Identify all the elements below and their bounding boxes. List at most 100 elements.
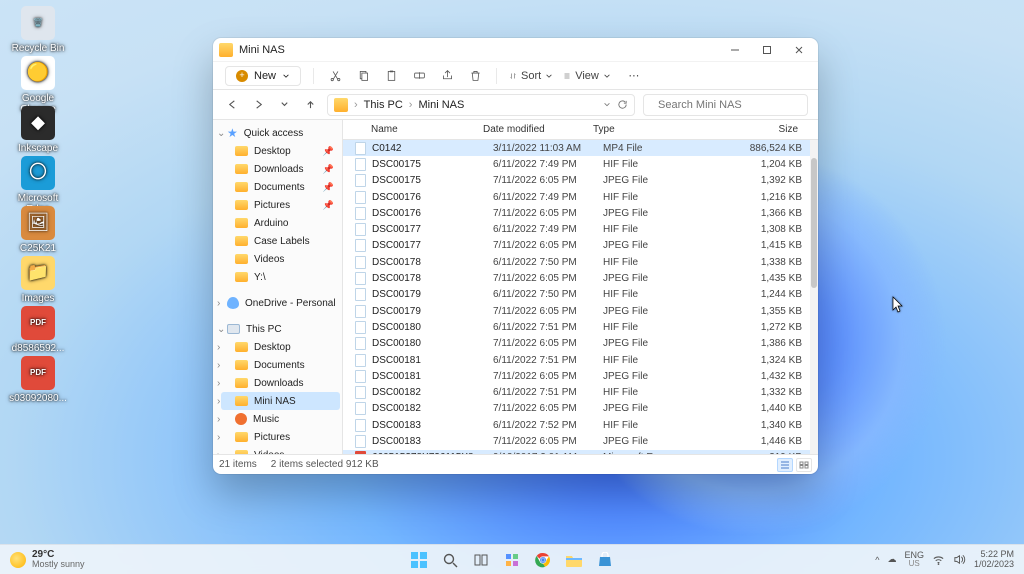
nav-item[interactable]: Downloads📌: [221, 160, 340, 178]
file-name: DSC00181: [372, 355, 485, 366]
nav-item[interactable]: ›Videos: [221, 446, 340, 454]
rename-button[interactable]: [410, 67, 428, 85]
file-name: DSC00182: [372, 387, 485, 398]
nav-item[interactable]: Videos: [221, 250, 340, 268]
start-button[interactable]: [408, 549, 430, 571]
nav-item[interactable]: ›Mini NAS: [221, 392, 340, 410]
file-list[interactable]: C01423/11/2022 11:03 AMMP4 File886,524 K…: [343, 140, 818, 454]
delete-button[interactable]: [466, 67, 484, 85]
nav-item[interactable]: ›Downloads: [221, 374, 340, 392]
scrollbar[interactable]: [810, 140, 818, 454]
breadcrumb-bar[interactable]: › This PC › Mini NAS: [327, 94, 635, 116]
file-row[interactable]: DSC001767/11/2022 6:05 PMJPEG File1,366 …: [343, 205, 818, 221]
file-row[interactable]: C01423/11/2022 11:03 AMMP4 File886,524 K…: [343, 140, 818, 156]
chrome-taskbar-icon[interactable]: [532, 549, 554, 571]
widgets-button[interactable]: [501, 549, 523, 571]
file-row[interactable]: DSC001826/11/2022 7:51 PMHIF File1,332 K…: [343, 384, 818, 400]
chevron-down-icon[interactable]: [603, 99, 611, 110]
nav-item[interactable]: Pictures📌: [221, 196, 340, 214]
back-button[interactable]: [223, 96, 241, 114]
file-row[interactable]: DSC001756/11/2022 7:49 PMHIF File1,204 K…: [343, 156, 818, 172]
file-row[interactable]: DSC001797/11/2022 6:05 PMJPEG File1,355 …: [343, 303, 818, 319]
forward-button[interactable]: [249, 96, 267, 114]
new-button[interactable]: + New: [225, 66, 301, 86]
task-view-button[interactable]: [470, 549, 492, 571]
file-row[interactable]: DSC001776/11/2022 7:49 PMHIF File1,308 K…: [343, 221, 818, 237]
nav-item[interactable]: ⌄★Quick access: [221, 124, 340, 142]
file-row[interactable]: DSC001777/11/2022 6:05 PMJPEG File1,415 …: [343, 238, 818, 254]
breadcrumb-segment[interactable]: Mini NAS: [418, 99, 464, 111]
more-button[interactable]: ⋯: [625, 67, 643, 85]
col-date[interactable]: Date modified: [475, 124, 585, 135]
col-size[interactable]: Size: [655, 124, 808, 135]
search-input[interactable]: [656, 98, 802, 112]
volume-icon[interactable]: [953, 553, 966, 566]
wifi-icon[interactable]: [932, 553, 945, 566]
copy-button[interactable]: [354, 67, 372, 85]
desktop-icon[interactable]: 🖼C25K21: [8, 206, 68, 254]
breadcrumb-segment[interactable]: This PC: [364, 99, 403, 111]
paste-button[interactable]: [382, 67, 400, 85]
maximize-button[interactable]: [754, 38, 780, 62]
desktop-icon[interactable]: 📁Images: [8, 256, 68, 304]
desktop-icon[interactable]: ◆Inkscape: [8, 106, 68, 154]
nav-item[interactable]: Desktop📌: [221, 142, 340, 160]
share-button[interactable]: [438, 67, 456, 85]
file-size: 1,432 KB: [665, 371, 808, 382]
file-row[interactable]: DSC001827/11/2022 6:05 PMJPEG File1,440 …: [343, 401, 818, 417]
details-view-button[interactable]: [777, 458, 793, 472]
cut-button[interactable]: [326, 67, 344, 85]
desktop[interactable]: 🗑️Recycle Bin🟡Google Chrome◆Inkscape〇Mic…: [0, 0, 1024, 574]
sort-dropdown[interactable]: Sort: [509, 70, 553, 82]
navigation-pane[interactable]: ⌄★Quick accessDesktop📌Downloads📌Document…: [213, 120, 343, 454]
file-icon: [355, 207, 366, 220]
title-bar[interactable]: Mini NAS: [213, 38, 818, 62]
nav-item[interactable]: ⌄This PC: [221, 320, 340, 338]
file-row[interactable]: 660515378X726115X89/12/2017 2:01 AMMicro…: [343, 450, 818, 454]
view-dropdown[interactable]: View: [563, 70, 611, 82]
file-row[interactable]: DSC001807/11/2022 6:05 PMJPEG File1,386 …: [343, 336, 818, 352]
file-row[interactable]: DSC001816/11/2022 7:51 PMHIF File1,324 K…: [343, 352, 818, 368]
desktop-icon[interactable]: PDFs03092080...: [8, 356, 68, 404]
tray-chevron[interactable]: ^: [875, 555, 879, 565]
file-row[interactable]: DSC001766/11/2022 7:49 PMHIF File1,216 K…: [343, 189, 818, 205]
nav-item[interactable]: Documents📌: [221, 178, 340, 196]
search-box[interactable]: [643, 94, 808, 116]
taskbar[interactable]: 29°C Mostly sunny ^ ☁ ENG US 5:22 PM: [0, 544, 1024, 574]
clock[interactable]: 5:22 PM 1/02/2023: [974, 550, 1014, 570]
nav-item[interactable]: ›OneDrive - Personal: [221, 294, 340, 312]
onedrive-tray-icon[interactable]: ☁: [887, 554, 896, 565]
nav-item[interactable]: ›Documents: [221, 356, 340, 374]
nav-item[interactable]: Case Labels: [221, 232, 340, 250]
nav-item[interactable]: ›Music: [221, 410, 340, 428]
store-taskbar-icon[interactable]: [594, 549, 616, 571]
file-row[interactable]: DSC001786/11/2022 7:50 PMHIF File1,338 K…: [343, 254, 818, 270]
file-row[interactable]: DSC001806/11/2022 7:51 PMHIF File1,272 K…: [343, 319, 818, 335]
close-button[interactable]: [786, 38, 812, 62]
nav-item[interactable]: Arduino: [221, 214, 340, 232]
recent-button[interactable]: [275, 96, 293, 114]
nav-item[interactable]: Y:\: [221, 268, 340, 286]
file-row[interactable]: DSC001796/11/2022 7:50 PMHIF File1,244 K…: [343, 287, 818, 303]
file-row[interactable]: DSC001817/11/2022 6:05 PMJPEG File1,432 …: [343, 368, 818, 384]
minimize-button[interactable]: [722, 38, 748, 62]
file-row[interactable]: DSC001787/11/2022 6:05 PMJPEG File1,435 …: [343, 270, 818, 286]
nav-item[interactable]: ›Desktop: [221, 338, 340, 356]
large-icons-view-button[interactable]: [796, 458, 812, 472]
scrollbar-thumb[interactable]: [811, 158, 817, 288]
file-row[interactable]: DSC001757/11/2022 6:05 PMJPEG File1,392 …: [343, 173, 818, 189]
col-type[interactable]: Type: [585, 124, 655, 135]
up-button[interactable]: [301, 96, 319, 114]
col-name[interactable]: Name: [343, 124, 475, 135]
file-type: HIF File: [595, 289, 665, 300]
file-row[interactable]: DSC001836/11/2022 7:52 PMHIF File1,340 K…: [343, 417, 818, 433]
lang-region[interactable]: US: [909, 560, 920, 568]
explorer-taskbar-icon[interactable]: [563, 549, 585, 571]
file-row[interactable]: DSC001837/11/2022 6:05 PMJPEG File1,446 …: [343, 433, 818, 449]
search-button[interactable]: [439, 549, 461, 571]
nav-item[interactable]: ›Pictures: [221, 428, 340, 446]
refresh-icon[interactable]: [617, 99, 628, 110]
desktop-icon[interactable]: PDFd8586592...: [8, 306, 68, 354]
desktop-icon[interactable]: 🗑️Recycle Bin: [8, 6, 68, 54]
weather-widget[interactable]: 29°C Mostly sunny: [0, 550, 85, 569]
